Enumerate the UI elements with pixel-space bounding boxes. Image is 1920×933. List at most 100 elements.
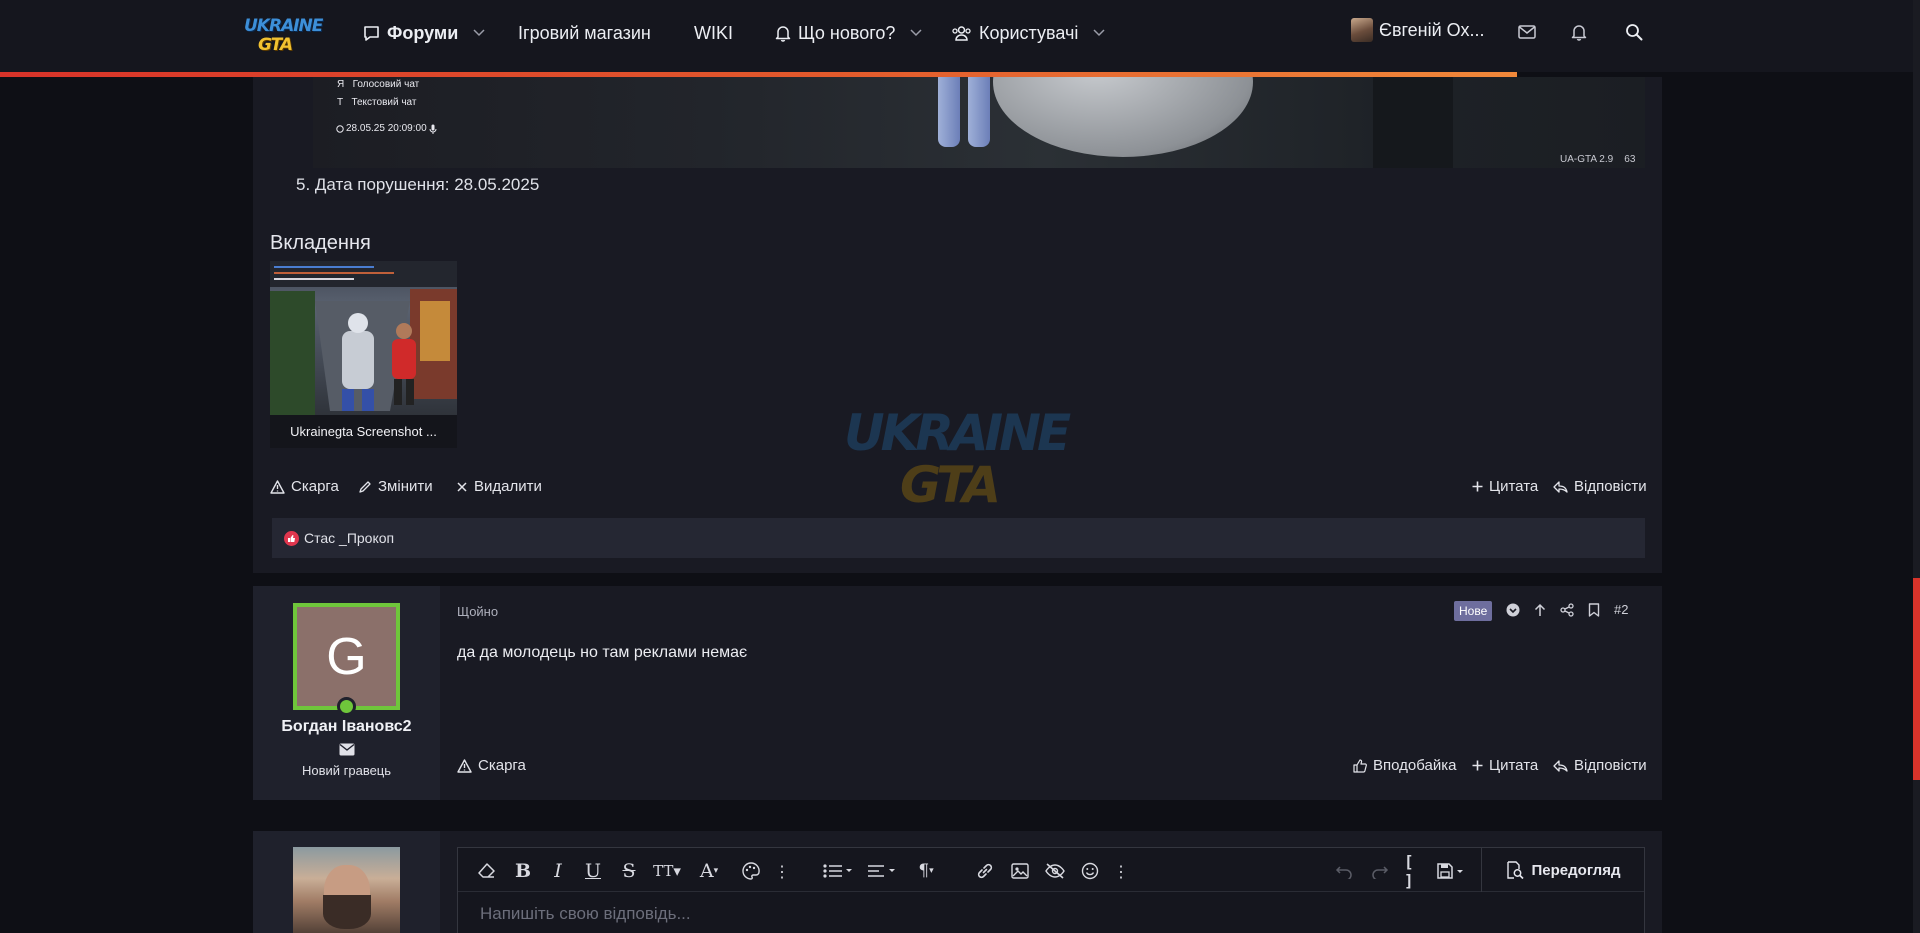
chevron-circle-down-icon[interactable] (1506, 603, 1520, 617)
hud-version-extra: 63 (1624, 154, 1636, 165)
nav-shop-label: Ігровий магазин (518, 22, 651, 43)
spoiler-hidden-icon[interactable] (1044, 860, 1066, 882)
message-icon[interactable] (339, 743, 355, 756)
drafts-save-icon[interactable] (1436, 860, 1468, 882)
pencil-icon (359, 480, 371, 493)
reacted-user-name[interactable]: Стас _Прокоп (304, 530, 394, 546)
post-2-tools: #2 (1506, 602, 1628, 617)
bbcode-toggle-icon[interactable]: [ ] (1404, 852, 1426, 890)
image-icon[interactable] (1009, 860, 1031, 882)
reaction-list[interactable]: Стас _Прокоп (284, 530, 394, 546)
delete-label: Видалити (474, 478, 542, 495)
reply-textarea[interactable]: Напишіть свою відповідь... (480, 904, 691, 924)
like-label: Вподобайка (1373, 757, 1457, 774)
bold-icon[interactable]: B (512, 860, 534, 882)
hud-text-key: Т (337, 97, 344, 108)
post-2-timestamp[interactable]: Щойно (457, 604, 498, 619)
post-2-body: да да молодець но там реклами немає (457, 644, 748, 661)
reply-label: Відповісти (1574, 478, 1647, 495)
hud-voice-chat: Я Голосовий чат (337, 79, 419, 90)
more-text-options-icon[interactable]: ⋮ (771, 860, 793, 882)
nav-users[interactable]: Користувачі (951, 20, 1105, 46)
close-icon (457, 481, 467, 492)
font-family-icon[interactable]: A ▾ (694, 860, 724, 882)
list-icon[interactable] (822, 860, 854, 882)
account-menu[interactable]: Євгеній Ох... (1351, 18, 1484, 42)
account-name: Євгеній Ох... (1379, 19, 1485, 40)
hud-version-label: UA-GTA 2.9 (1560, 154, 1614, 165)
search-icon[interactable] (1625, 23, 1643, 41)
reactions-bar: Стас _Прокоп (272, 518, 1645, 558)
site-logo[interactable]: UKRAINE GTA (240, 12, 323, 60)
clear-formatting-icon[interactable] (476, 860, 498, 882)
hud-datetime-value: 28.05.25 20:09:00 (346, 123, 427, 134)
forum-watermark-logo: UKRAINE GTA (844, 404, 1084, 522)
redo-icon[interactable] (1369, 860, 1391, 882)
strikethrough-icon[interactable]: S (618, 860, 640, 882)
warning-icon (457, 758, 472, 773)
attachment-preview-image (270, 261, 457, 415)
online-status-indicator (337, 697, 356, 716)
like-reaction-icon (284, 530, 299, 546)
post-1-reply-action[interactable]: Відповісти (1553, 478, 1647, 495)
envelope-icon[interactable] (1518, 25, 1536, 39)
nav-shop[interactable]: Ігровий магазин (518, 20, 651, 46)
scrollbar-track[interactable] (1913, 0, 1920, 933)
hud-voice-label: Голосовий чат (352, 79, 420, 90)
attachment-scene (270, 261, 457, 415)
link-icon[interactable] (974, 860, 996, 882)
post-2-report-action[interactable]: Скарга (457, 757, 526, 774)
post-1-edit-action[interactable]: Змінити (358, 478, 433, 495)
screenshot-floor-disk (993, 77, 1253, 157)
paragraph-format-icon[interactable]: ¶ ▾ (910, 860, 942, 882)
attachment-thumbnail[interactable]: Ukrainegta Screenshot ... (270, 261, 457, 448)
post-2-quote-action[interactable]: Цитата (1472, 757, 1538, 774)
warning-icon (270, 479, 285, 494)
chevron-down-icon[interactable] (473, 29, 485, 37)
post-2-like-action[interactable]: Вподобайка (1353, 757, 1456, 774)
edit-label: Змінити (378, 478, 433, 495)
hud-version: UA-GTA 2.9 63 (1560, 154, 1635, 165)
align-icon[interactable] (866, 860, 898, 882)
italic-icon[interactable]: I (547, 860, 569, 882)
more-insert-options-icon[interactable]: ⋮ (1110, 860, 1132, 882)
emoji-icon[interactable] (1079, 860, 1101, 882)
undo-icon[interactable] (1333, 860, 1355, 882)
scrollbar-thumb[interactable] (1913, 578, 1920, 780)
chevron-down-icon[interactable] (910, 29, 922, 37)
preview-button[interactable]: Передогляд (1481, 848, 1644, 892)
post-number[interactable]: #2 (1614, 602, 1628, 617)
reply-arrow-icon (1553, 480, 1568, 493)
nav-wiki-label: WIKI (694, 22, 733, 43)
post-2-reply-action[interactable]: Відповісти (1553, 757, 1647, 774)
post-1-report-action[interactable]: Скарга (270, 478, 339, 495)
nav-whats-new[interactable]: Що нового? (775, 20, 922, 46)
post-1-quote-action[interactable]: Цитата (1472, 478, 1538, 495)
notifications-bell-icon[interactable] (1571, 24, 1587, 41)
arrow-up-icon[interactable] (1534, 603, 1546, 617)
reply-arrow-icon (1553, 759, 1568, 772)
embedded-screenshot[interactable] (313, 77, 1645, 168)
palette-icon[interactable] (740, 860, 762, 882)
reply-label: Відповісти (1574, 757, 1647, 774)
underline-icon[interactable]: U (582, 860, 604, 882)
user-avatar[interactable]: G (293, 603, 400, 710)
quote-label: Цитата (1489, 757, 1539, 774)
post-2-user-title: Новий гравець (301, 763, 392, 778)
chat-bubble-icon (364, 25, 379, 41)
current-user-avatar[interactable] (293, 847, 400, 933)
attachment-caption: Ukrainegta Screenshot ... (270, 415, 457, 448)
reply-editor: B I U S TT▾ A ▾ ⋮ ¶ ▾ ⋮ [ ] Передогляд Нап… (457, 847, 1645, 933)
watermark-line-1: UKRAINE (844, 404, 1071, 462)
nav-forums[interactable]: Форуми (363, 20, 485, 46)
screenshot-pillar (1373, 77, 1453, 168)
font-size-icon[interactable]: TT▾ (650, 860, 684, 882)
screenshot-leg-left (938, 77, 960, 147)
bookmark-icon[interactable] (1588, 602, 1600, 617)
post-1-delete-action[interactable]: Видалити (456, 478, 542, 495)
chevron-down-icon[interactable] (1093, 29, 1105, 37)
post-2-username[interactable]: Богдан Івановс2 (253, 718, 440, 736)
share-icon[interactable] (1560, 602, 1574, 617)
nav-wiki[interactable]: WIKI (694, 20, 733, 46)
preview-search-icon (1506, 861, 1524, 879)
